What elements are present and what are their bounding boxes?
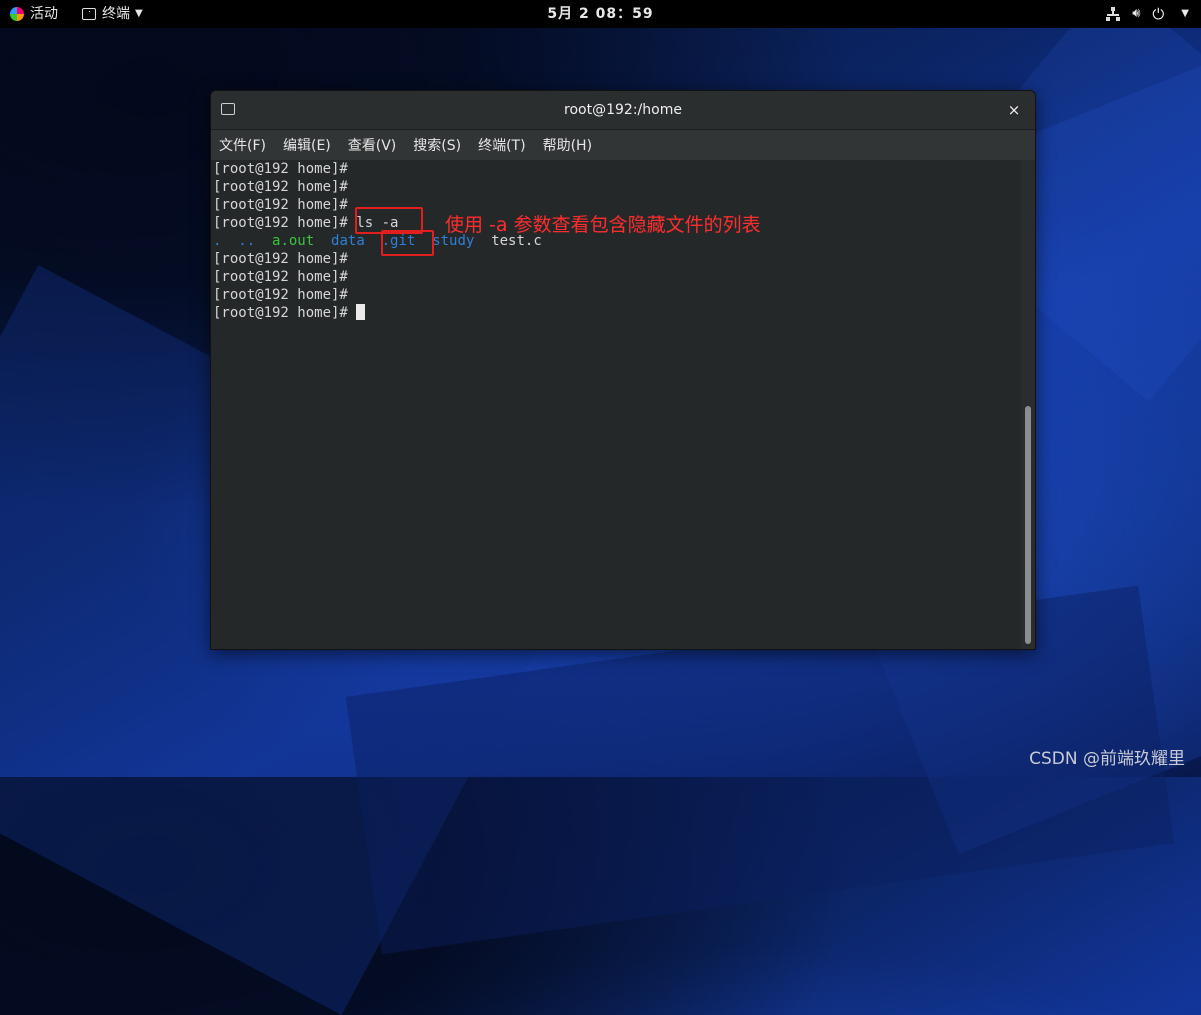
menu-file[interactable]: 文件(F)	[219, 135, 266, 155]
power-icon[interactable]: ⏻	[1152, 0, 1164, 28]
menu-help[interactable]: 帮助(H)	[543, 135, 592, 155]
window-title: root@192:/home	[564, 102, 682, 118]
clock-label: 5月 2 08：59	[547, 6, 654, 22]
watermark: CSDN @前端玖耀里	[1029, 749, 1185, 769]
system-tray[interactable]: 🔊︎ ⏻ ▼	[1106, 0, 1189, 28]
menu-edit[interactable]: 编辑(E)	[283, 135, 331, 155]
highlight-box-git	[381, 230, 434, 256]
window-titlebar[interactable]: root@192:/home ×	[211, 91, 1035, 130]
menu-view[interactable]: 查看(V)	[348, 135, 397, 155]
listing-data: data	[331, 233, 365, 249]
top-bar: 活动 终端 ▼ 5月 2 08：59 🔊︎ ⏻ ▼	[0, 0, 1201, 28]
menu-terminal[interactable]: 终端(T)	[478, 135, 525, 155]
prompt: [root@192 home]#	[213, 251, 348, 267]
terminal-line: [root@192 home]#	[213, 268, 348, 286]
terminal-line: [root@192 home]#	[213, 178, 348, 196]
prompt: [root@192 home]#	[213, 161, 348, 177]
listing-aout: a.out	[272, 233, 315, 249]
annotation-text: 使用 -a 参数查看包含隐藏文件的列表	[445, 214, 761, 236]
clock[interactable]: 5月 2 08：59	[0, 0, 1201, 28]
terminal-window[interactable]: root@192:/home × 文件(F) 编辑(E) 查看(V) 搜索(S)…	[210, 90, 1036, 650]
terminal-line: [root@192 home]#	[213, 196, 348, 214]
chevron-down-icon[interactable]: ▼	[1181, 0, 1189, 28]
terminal-line: [root@192 home]#	[213, 250, 348, 268]
listing-dot: .	[213, 233, 222, 249]
scrollbar-thumb[interactable]	[1025, 406, 1031, 644]
text-cursor	[356, 304, 366, 320]
prompt: [root@192 home]#	[213, 287, 348, 303]
menu-bar: 文件(F) 编辑(E) 查看(V) 搜索(S) 终端(T) 帮助(H)	[211, 130, 1035, 160]
listing-dotdot: ..	[238, 233, 256, 249]
prompt: [root@192 home]#	[213, 179, 348, 195]
network-icon[interactable]	[1106, 7, 1121, 21]
prompt: [root@192 home]#	[213, 269, 348, 285]
volume-icon[interactable]: 🔊︎	[1132, 0, 1140, 28]
prompt: [root@192 home]#	[213, 197, 348, 213]
menu-search[interactable]: 搜索(S)	[413, 135, 461, 155]
terminal-output[interactable]: [root@192 home]# [root@192 home]# [root@…	[211, 160, 1035, 649]
terminal-line: [root@192 home]#	[213, 286, 348, 304]
terminal-line: [root@192 home]#	[213, 304, 366, 322]
prompt: [root@192 home]#	[213, 305, 348, 321]
close-button[interactable]: ×	[1003, 99, 1025, 121]
prompt: [root@192 home]#	[213, 215, 348, 231]
terminal-line: [root@192 home]#	[213, 160, 348, 178]
